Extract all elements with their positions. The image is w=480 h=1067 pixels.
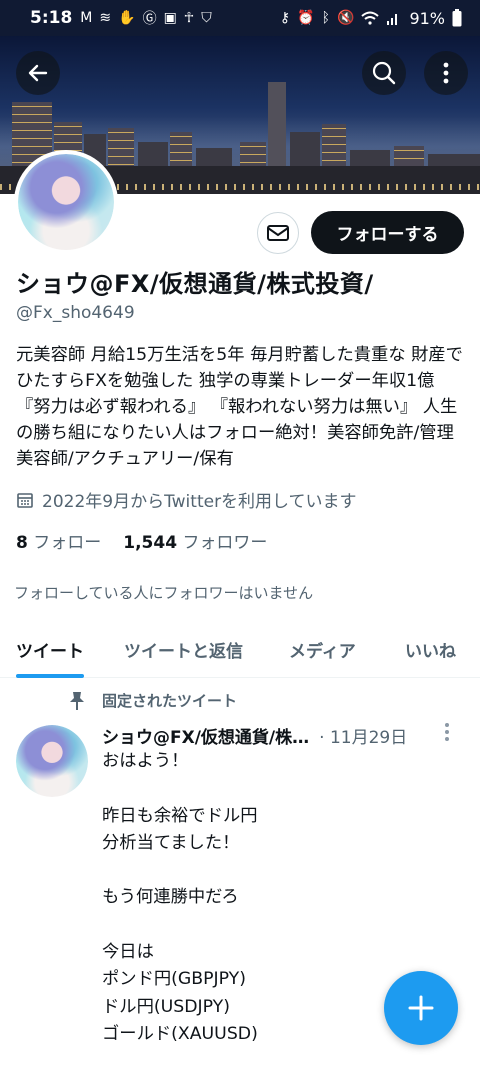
tweet-more-button[interactable] xyxy=(444,722,450,746)
joined-text: 2022年9月からTwitterを利用しています xyxy=(42,492,357,512)
status-time: 5:18 xyxy=(30,8,73,28)
tab-media[interactable]: メディア xyxy=(289,620,356,678)
g-icon: Ⓖ xyxy=(142,11,157,27)
joined-date: 2022年9月からTwitterを利用しています xyxy=(16,487,357,512)
more-vertical-icon xyxy=(445,723,449,741)
battery-percent: 91% xyxy=(409,8,445,28)
following-label: フォロー xyxy=(33,533,102,553)
tab-likes[interactable]: いいね xyxy=(405,620,456,678)
wifi-icon xyxy=(361,11,380,25)
mutual-followers-note: フォローしている人にフォロワーはいません xyxy=(14,584,314,602)
tweet-author-name[interactable]: ショウ@FX/仮想通貨/株… xyxy=(102,723,309,748)
pinned-label: 固定されたツイート xyxy=(102,692,238,710)
tweet-date[interactable]: · 11月29日 xyxy=(319,723,407,748)
status-bar: 5:18 M ≋ ✋ Ⓖ ▣ ☥ ⛉ ⚷ ⏰ ᛒ 🔇 91% xyxy=(0,0,480,36)
follow-button[interactable]: フォローする xyxy=(311,211,464,254)
key-icon: ⚷ xyxy=(279,10,291,26)
tweet-header: ショウ@FX/仮想通貨/株… · 11月29日 xyxy=(102,723,452,748)
followers-count: 1,544 xyxy=(123,533,178,553)
status-left-icons: M ≋ ✋ Ⓖ ▣ ☥ ⛉ xyxy=(80,8,211,28)
bluetooth-icon: ᛒ xyxy=(321,10,330,26)
tab-tweets[interactable]: ツイート xyxy=(16,620,84,678)
tab-tweets-and-replies[interactable]: ツイートと返信 xyxy=(124,620,243,678)
accessibility-icon: ☥ xyxy=(183,10,195,26)
signal-icon xyxy=(387,14,398,25)
mute-icon: 🔇 xyxy=(337,10,355,26)
compose-plus-icon xyxy=(408,995,434,1021)
battery-icon xyxy=(452,9,462,27)
back-arrow-icon xyxy=(28,64,48,82)
status-right-icons: ⚷ ⏰ ᛒ 🔇 91% xyxy=(280,9,462,28)
more-button[interactable] xyxy=(424,51,468,95)
profile-name: ショウ@FX/仮想通貨/株式投資/ xyxy=(16,270,374,298)
profile-bio: 元美容師 月給15万生活を5年 毎月貯蓄した貴重な 財産でひたすらFXを勉強した… xyxy=(16,345,463,469)
shield-icon: ⛉ xyxy=(201,10,212,26)
avatar-image xyxy=(18,154,114,250)
pinned-indicator: 固定されたツイート xyxy=(68,690,237,711)
back-button[interactable] xyxy=(16,51,60,95)
gmail-icon: M xyxy=(80,10,93,26)
hand-icon: ✋ xyxy=(118,10,136,26)
search-button[interactable] xyxy=(362,51,406,95)
tweet-text: おはよう！ 昨日も余裕でドル円 分析当てました！ もう何連勝中だろ 今日は ポン… xyxy=(102,751,258,1044)
pin-icon xyxy=(70,691,84,710)
gallery-icon: ▣ xyxy=(163,10,177,26)
search-icon xyxy=(372,61,396,85)
profile-handle: @Fx_sho4649 xyxy=(16,303,135,323)
followers-link[interactable]: 1,544 フォロワー xyxy=(123,528,267,553)
follow-stats: 8 フォロー 1,544 フォロワー xyxy=(16,528,267,553)
message-button[interactable] xyxy=(257,212,299,254)
signal-wave-icon: ≋ xyxy=(99,10,112,26)
mail-icon xyxy=(267,225,289,241)
following-link[interactable]: 8 フォロー xyxy=(16,528,101,553)
tweet-author-avatar[interactable] xyxy=(16,725,88,797)
alarm-icon: ⏰ xyxy=(297,10,315,26)
avatar-image xyxy=(16,725,88,797)
calendar-icon xyxy=(17,492,33,508)
compose-tweet-button[interactable] xyxy=(384,971,458,1045)
profile-avatar[interactable] xyxy=(14,150,118,254)
more-vertical-icon xyxy=(443,62,449,84)
followers-label: フォロワー xyxy=(182,533,268,553)
profile-tabs: ツイート ツイートと返信 メディア いいね xyxy=(0,620,480,678)
following-count: 8 xyxy=(16,533,28,553)
